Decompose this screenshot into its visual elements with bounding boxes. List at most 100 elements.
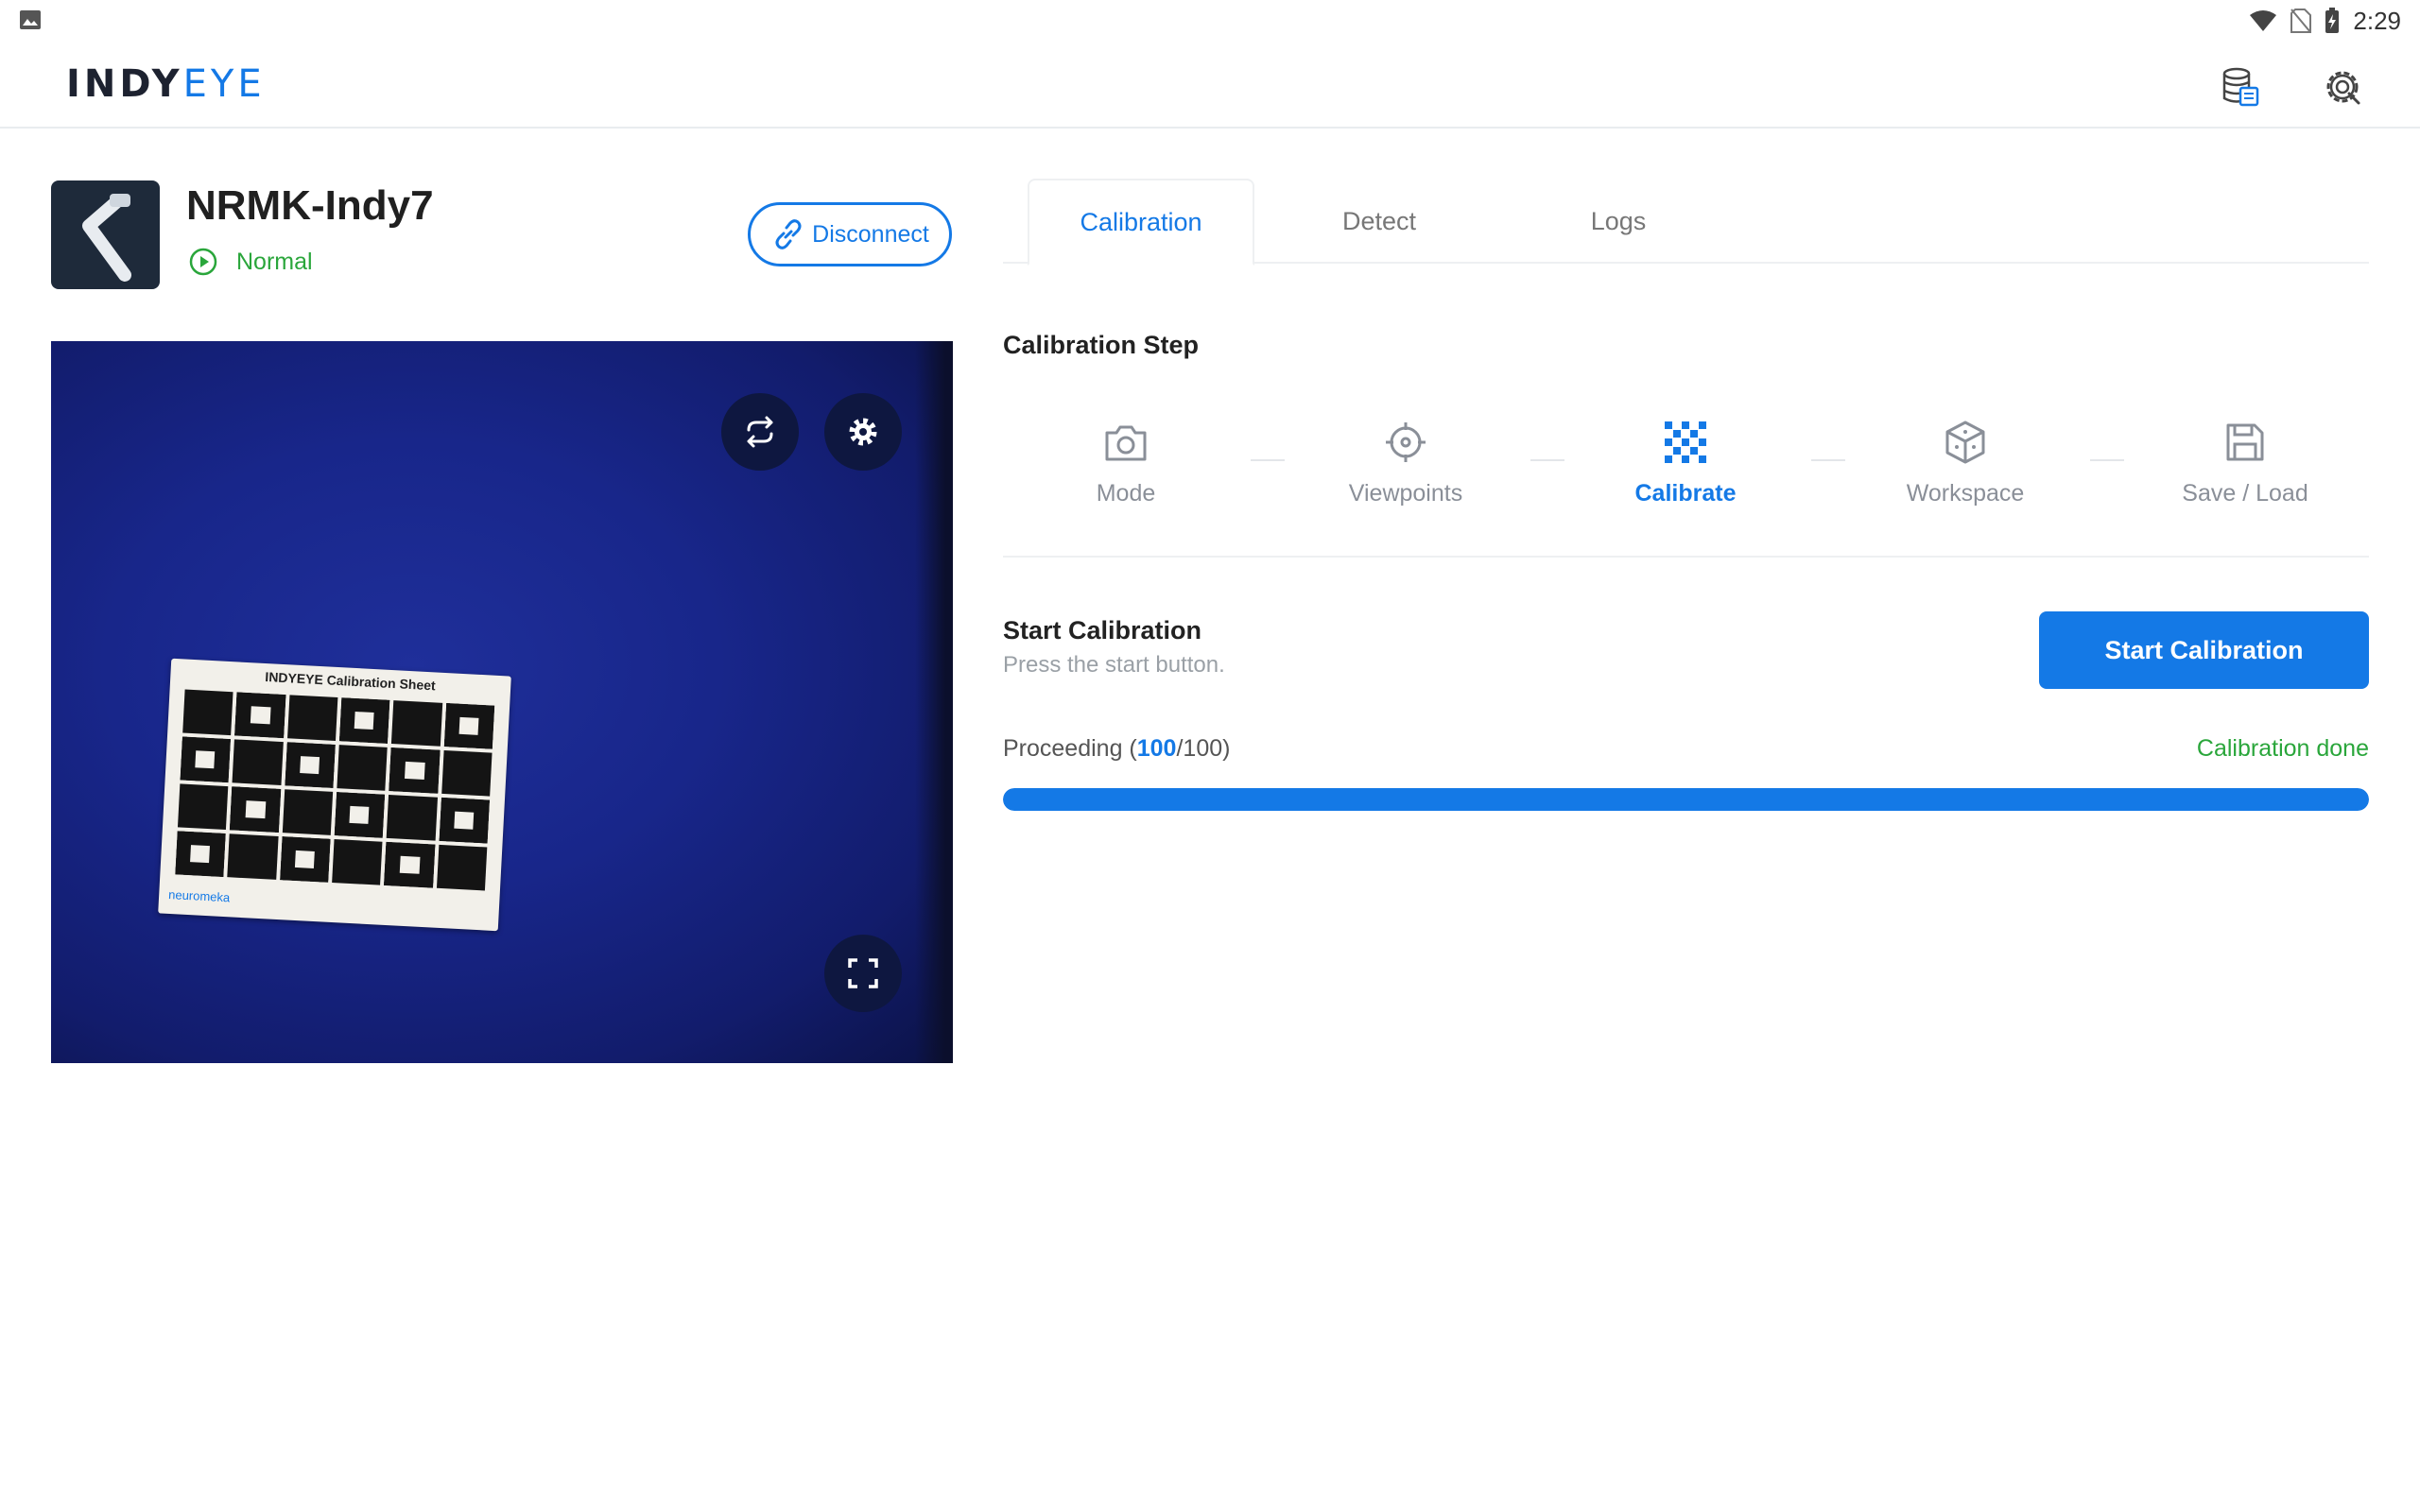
- robot-arm-image: [82, 194, 131, 282]
- robot-status: Normal: [189, 248, 313, 276]
- no-sim-icon: [2290, 9, 2312, 33]
- play-circle-icon: [189, 248, 217, 276]
- database-icon: [2222, 67, 2259, 107]
- checker-square: [1665, 455, 1672, 463]
- checker-cell: [286, 695, 338, 741]
- checker-cell: [337, 745, 389, 791]
- checker-cell: [391, 700, 442, 747]
- progress-label: Proceeding (100/100): [1003, 735, 1230, 763]
- checker-cell: [332, 839, 383, 885]
- step-viewpoints[interactable]: Viewpoints: [1311, 416, 1500, 507]
- checker-square: [1699, 421, 1706, 429]
- progress-fill: [1003, 788, 2369, 811]
- settings-button[interactable]: [2316, 60, 2369, 113]
- calibration-steps: Mode Viewpoints Calibrate Workspace Save…: [1003, 406, 2369, 558]
- step-workspace[interactable]: Workspace: [1871, 416, 2060, 507]
- tab-logs[interactable]: Logs: [1505, 179, 1732, 264]
- calibration-sheet: INDYEYE Calibration Sheet neuromeka: [158, 658, 511, 932]
- tab-calibration[interactable]: Calibration: [1028, 179, 1254, 266]
- clock-time: 2:29: [2353, 6, 2401, 35]
- crosshair-icon: [1386, 422, 1426, 462]
- calibration-status: Calibration done: [2196, 735, 2369, 762]
- checker-cell: [180, 736, 232, 783]
- camera-settings-button[interactable]: [824, 393, 902, 471]
- camera-edge-shadow: [915, 341, 953, 1063]
- step-label: Save / Load: [2182, 480, 2308, 507]
- checker-square: [1690, 447, 1698, 455]
- step-separator: [1251, 459, 1285, 461]
- tab-bar: Calibration Detect Logs: [1003, 179, 2369, 266]
- tab-detect[interactable]: Detect: [1266, 179, 1493, 264]
- checker-cell: [182, 689, 233, 736]
- checkerboard-pattern: [173, 687, 496, 892]
- checker-square: [1673, 447, 1681, 455]
- checker-cell: [282, 789, 334, 835]
- checker-cell: [338, 697, 390, 744]
- step-save-load[interactable]: Save / Load: [2151, 416, 2340, 507]
- start-calibration-button[interactable]: Start Calibration: [2039, 611, 2369, 689]
- fullscreen-icon: [848, 958, 878, 988]
- step-separator: [2090, 459, 2124, 461]
- gear-icon: [2326, 71, 2360, 105]
- calibration-step-title: Calibration Step: [1003, 331, 1200, 359]
- link-icon: [775, 219, 802, 249]
- start-calibration-subtitle: Press the start button.: [1003, 652, 1225, 678]
- robot-name: NRMK-Indy7: [186, 182, 434, 229]
- checker-square: [1665, 438, 1672, 446]
- camera-view[interactable]: INDYEYE Calibration Sheet neuromeka: [51, 341, 953, 1063]
- checker-cell: [386, 795, 438, 841]
- step-separator: [1530, 459, 1564, 461]
- step-label: Calibrate: [1634, 480, 1737, 507]
- checker-cell: [441, 749, 493, 797]
- wifi-icon: [2250, 10, 2277, 31]
- checker-cell: [230, 786, 281, 833]
- checker-cell: [177, 783, 229, 831]
- refresh-icon: [747, 416, 773, 448]
- checker-square: [1690, 430, 1698, 438]
- checker-square: [1682, 438, 1689, 446]
- camera-switch-button[interactable]: [721, 393, 799, 471]
- checker-cell: [234, 692, 286, 739]
- save-icon: [2226, 423, 2264, 461]
- checker-square: [1665, 421, 1672, 429]
- checker-cell: [175, 831, 227, 877]
- logo-text-indy: INDY: [66, 62, 183, 106]
- progress-prefix: Proceeding (: [1003, 735, 1137, 762]
- progress-current: 100: [1136, 735, 1177, 762]
- checker-cell: [334, 792, 386, 838]
- step-label: Workspace: [1906, 480, 2025, 507]
- gallery-notification-icon: [20, 10, 41, 29]
- checker-cell: [389, 747, 441, 794]
- step-calibrate[interactable]: Calibrate: [1591, 416, 1780, 507]
- app-header: INDYEYE: [0, 42, 2420, 129]
- checkerboard-icon: [1665, 421, 1706, 463]
- checker-square: [1682, 421, 1689, 429]
- progress-bar: [1003, 788, 2369, 811]
- checker-cell: [227, 833, 279, 880]
- robot-thumbnail: [51, 180, 160, 289]
- checker-cell: [232, 739, 284, 786]
- step-label: Viewpoints: [1348, 480, 1463, 507]
- checker-cell: [279, 836, 331, 883]
- checker-cell: [285, 742, 336, 788]
- cube-icon: [1945, 421, 1985, 464]
- disconnect-button[interactable]: Disconnect: [748, 202, 952, 266]
- checker-square: [1682, 455, 1689, 463]
- indyeye-logo: INDYEYE: [66, 62, 266, 106]
- checker-square: [1699, 438, 1706, 446]
- gear-icon: [849, 418, 877, 446]
- checker-square: [1673, 430, 1681, 438]
- camera-icon: [1105, 425, 1147, 461]
- checker-cell: [384, 841, 436, 888]
- database-button[interactable]: [2214, 60, 2267, 113]
- step-label: Mode: [1096, 480, 1156, 507]
- robot-status-text: Normal: [236, 248, 313, 275]
- calibration-sheet-title: INDYEYE Calibration Sheet: [265, 668, 437, 694]
- step-mode[interactable]: Mode: [1031, 416, 1220, 507]
- fullscreen-button[interactable]: [824, 935, 902, 1012]
- checker-cell: [443, 703, 495, 749]
- battery-icon: [2325, 8, 2340, 33]
- progress-total: /100): [1176, 735, 1231, 762]
- calibration-sheet-brand: neuromeka: [167, 886, 231, 905]
- logo-text-eye: EYE: [182, 62, 266, 106]
